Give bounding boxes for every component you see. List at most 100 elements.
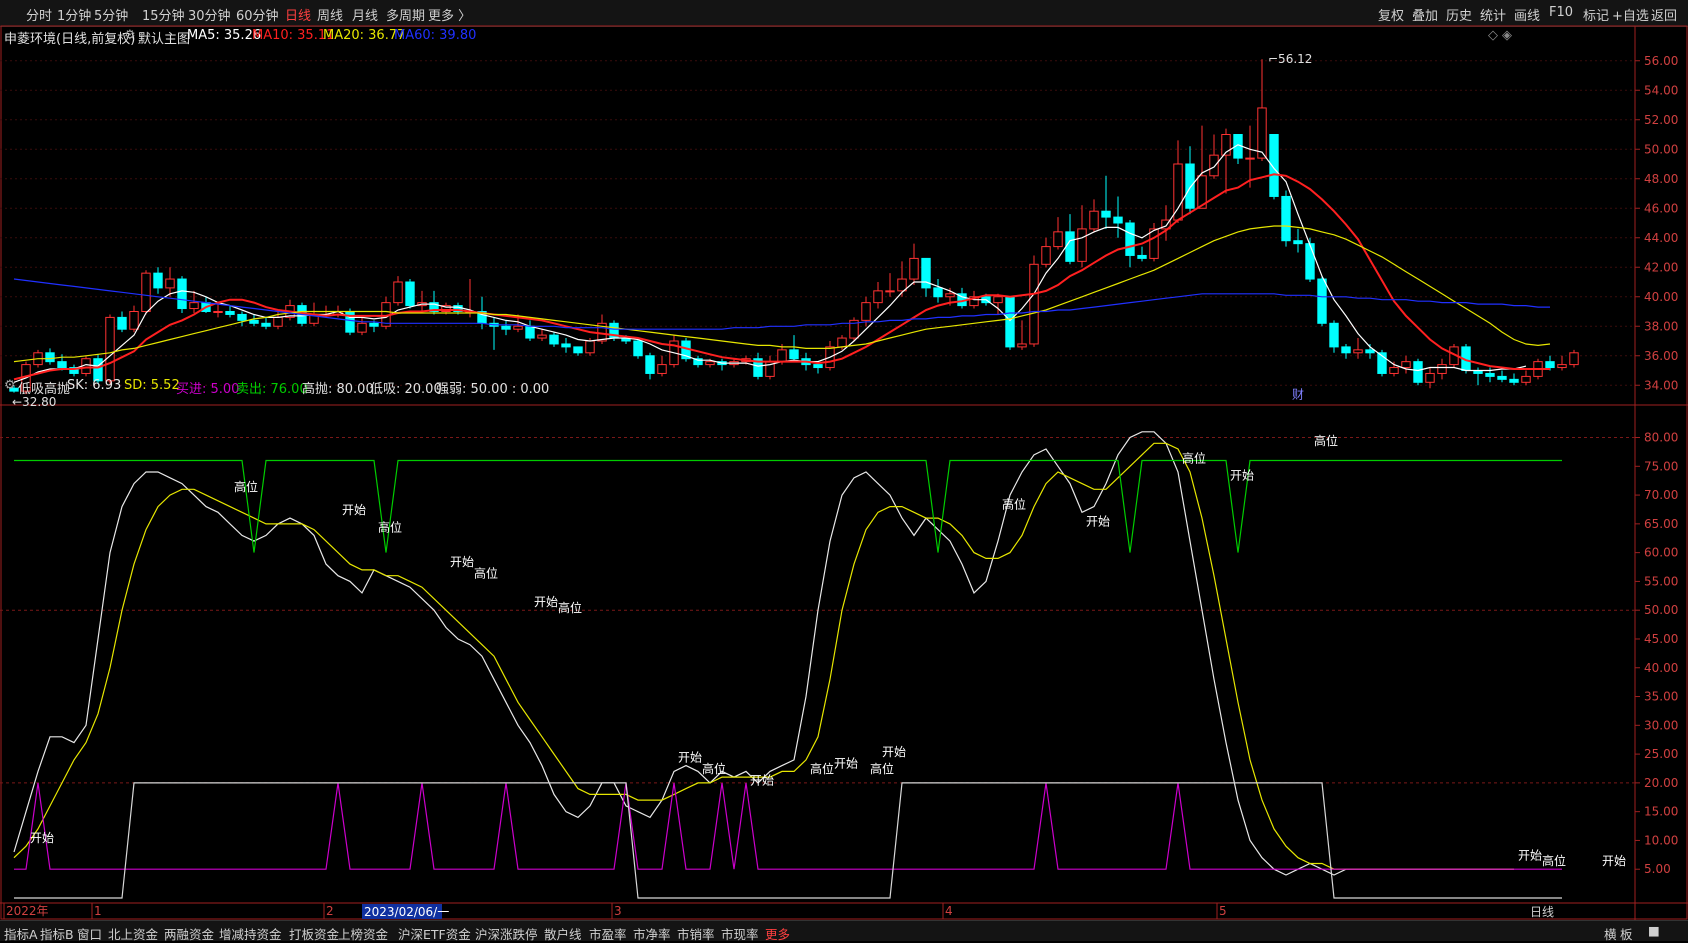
signal-label: 高位 — [378, 519, 402, 534]
price-tick-label: 44.00 — [1644, 231, 1678, 245]
candle-body — [1077, 228, 1087, 262]
signal-label: 高位 — [1314, 433, 1338, 448]
candle-body — [117, 316, 127, 330]
candle-body — [705, 361, 715, 366]
time-label: 2 — [326, 904, 334, 918]
bottom-tab[interactable]: 窗口 — [77, 924, 102, 943]
indicator-tick-label: 70.00 — [1644, 488, 1678, 502]
indicator-tick-label: 30.00 — [1644, 718, 1678, 732]
strength-value: 强弱: 50.00 : 0.00 — [436, 382, 550, 397]
candle-body — [993, 296, 1003, 304]
candle-body — [273, 316, 283, 327]
indicator-settings-icon[interactable]: ⚙ — [4, 378, 16, 393]
candle-body — [141, 272, 151, 312]
candle-body — [633, 340, 643, 357]
candle-body — [585, 340, 595, 354]
candle-body — [165, 278, 175, 289]
signal-label: 高位 — [1542, 853, 1566, 868]
candle-body — [1209, 154, 1219, 177]
signal-label: 开始 — [534, 595, 558, 609]
candle-body — [213, 311, 223, 313]
bottom-tab[interactable]: 北上资金 — [108, 924, 158, 943]
chart-canvas[interactable]: ⌐56.12←32.80财 开始高位开始高位开始高位开始 高位开始高位开始高位 开始… — [0, 0, 1688, 940]
candle-body — [249, 319, 259, 324]
indicator-tick-label: 60.00 — [1644, 546, 1678, 560]
candle-body — [1569, 352, 1579, 366]
bottom-toggle[interactable]: 板 — [1620, 924, 1633, 943]
bottom-tab[interactable]: 打板资金 — [289, 924, 339, 943]
candle-body — [261, 322, 271, 327]
indicator-name[interactable]: 低吸高抛 — [18, 378, 70, 397]
bottom-tab[interactable]: 指标B — [40, 924, 74, 943]
bottom-tab[interactable]: 市销率 — [677, 924, 715, 943]
signal-label: 高位 — [810, 761, 834, 776]
candle-body — [369, 322, 379, 327]
candle-body — [105, 316, 115, 382]
candle-body — [1317, 278, 1327, 324]
candle-body — [909, 257, 919, 280]
bottom-tab[interactable]: 市盈率 — [589, 924, 627, 943]
candle-body — [1401, 361, 1411, 369]
candle-body — [645, 355, 655, 374]
time-label: 1 — [94, 904, 102, 918]
bottom-tab[interactable]: 更多 — [765, 924, 790, 943]
signal-label: 高位 — [1182, 450, 1206, 465]
candle-body — [1389, 367, 1399, 374]
high-price-label: ⌐56.12 — [1268, 52, 1312, 66]
candle-body — [153, 272, 163, 289]
candle-body — [1269, 134, 1279, 197]
candle-body — [501, 325, 511, 330]
indicator-line — [13, 431, 1514, 876]
candle-body — [177, 278, 187, 310]
candle-body — [1113, 216, 1123, 224]
bottom-tab[interactable]: 沪深ETF资金 — [398, 924, 471, 943]
candle-body — [885, 290, 895, 293]
candle-body — [189, 302, 199, 310]
candle-body — [1101, 210, 1111, 218]
candle-body — [525, 325, 535, 339]
price-tick-label: 34.00 — [1644, 378, 1678, 392]
indicator-tick-label: 40.00 — [1644, 661, 1678, 675]
candle-body — [573, 346, 583, 354]
time-label: 2022年 — [6, 904, 49, 918]
buy-in-value: 买进: 5.00 — [176, 382, 240, 397]
indicator-tick-label: 20.00 — [1644, 776, 1678, 790]
signal-label: 开始 — [1602, 854, 1626, 868]
candle-body — [1041, 246, 1051, 265]
bottom-tab[interactable]: 指标A — [4, 924, 38, 943]
signal-label: 开始 — [1230, 469, 1254, 483]
indicator-tick-label: 5.00 — [1644, 862, 1671, 876]
price-tick-label: 56.00 — [1644, 54, 1678, 68]
price-tick-label: 46.00 — [1644, 201, 1678, 215]
bottom-tab[interactable]: 沪深涨跌停 — [475, 924, 538, 943]
bottom-tab[interactable]: 市净率 — [633, 924, 671, 943]
price-tick-label: 52.00 — [1644, 113, 1678, 127]
candle-body — [1245, 157, 1255, 160]
candle-body — [1149, 228, 1159, 259]
indicator-tick-label: 15.00 — [1644, 805, 1678, 819]
sd-value: SD: 5.52 — [124, 378, 180, 393]
candle-body — [1557, 364, 1567, 369]
candle-body — [1125, 222, 1135, 256]
scroll-handle-icon[interactable]: ■ — [1648, 923, 1660, 938]
bottom-tab[interactable]: 散户线 — [544, 924, 582, 943]
candle-body — [1089, 210, 1099, 230]
candle-body — [1329, 322, 1339, 348]
signal-label: 高位 — [702, 761, 726, 776]
signal-label: 高位 — [474, 565, 498, 580]
candle-body — [1257, 107, 1267, 159]
indicator-info: ⚙ 低吸高抛 SK: 6.93 SD: 5.52 买进: 5.00 卖出: 76… — [0, 376, 1630, 397]
signal-label: 开始 — [1086, 515, 1110, 529]
bottom-toggle[interactable]: 横 — [1604, 924, 1617, 943]
bottom-tab[interactable]: 两融资金 — [164, 924, 214, 943]
indicator-line — [14, 782, 1562, 899]
bottom-tab[interactable]: 市现率 — [721, 924, 759, 943]
candle-body — [657, 364, 667, 374]
signal-label: 开始 — [750, 774, 774, 788]
bottom-tab[interactable]: 上榜资金 — [338, 924, 388, 943]
bottom-tab[interactable]: 增减持资金 — [219, 924, 282, 943]
signal-label: 高位 — [1002, 496, 1026, 511]
candle-body — [1305, 243, 1315, 280]
signal-label: 开始 — [30, 831, 54, 845]
price-tick-label: 48.00 — [1644, 172, 1678, 186]
